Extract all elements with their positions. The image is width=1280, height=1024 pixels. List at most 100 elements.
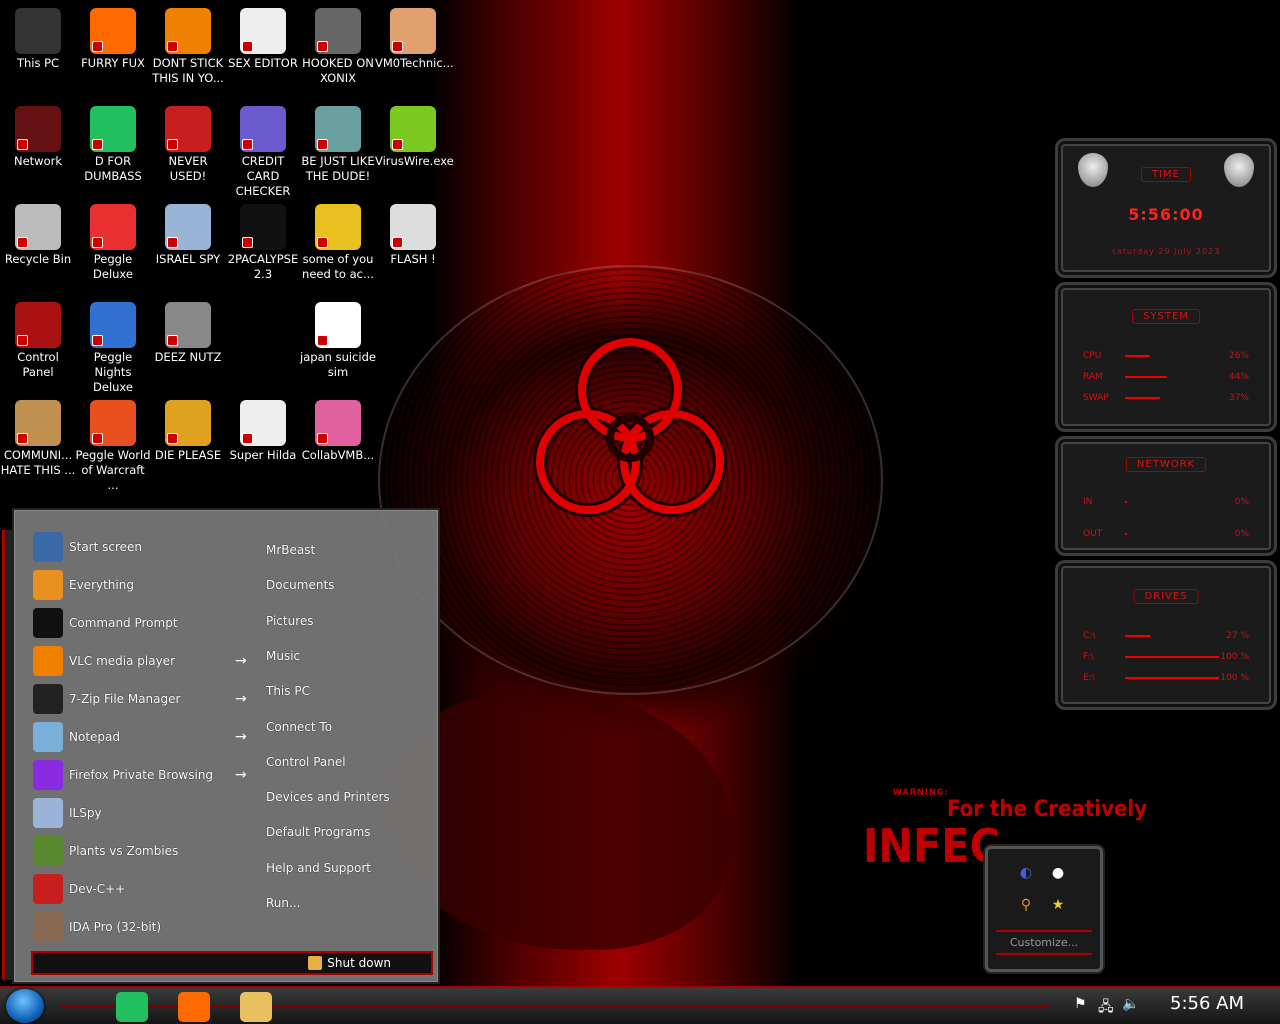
start-menu-place[interactable]: This PC xyxy=(266,684,310,698)
spotify-style-icon[interactable] xyxy=(116,992,148,1022)
desktop-icon[interactable]: DIE PLEASE xyxy=(150,400,226,463)
start-menu-item-label: Start screen xyxy=(69,540,143,554)
network-row: IN 0% xyxy=(1083,497,1249,507)
peggle-wow-icon xyxy=(90,400,136,446)
desktop-icon[interactable]: D FOR DUMBASS xyxy=(75,106,151,184)
desktop-icon[interactable]: CollabVMB... xyxy=(300,400,376,463)
shortcut-arrow-icon xyxy=(167,433,178,444)
start-screen-icon xyxy=(33,532,63,562)
desktop-icon[interactable]: DONT STICK THIS IN YO... xyxy=(150,8,226,86)
start-menu-item[interactable]: Firefox Private Browsing → xyxy=(33,759,263,791)
desktop-icon[interactable]: japan suicide sim xyxy=(300,302,376,380)
network-value: 0% xyxy=(1234,529,1249,539)
tray-app-icon[interactable]: ◐ xyxy=(1018,865,1034,881)
desktop-icon[interactable]: Network xyxy=(0,106,76,169)
submenu-arrow-icon[interactable]: → xyxy=(235,653,247,669)
desktop-icon[interactable]: This PC xyxy=(0,8,76,71)
start-button[interactable] xyxy=(6,989,44,1023)
submenu-arrow-icon[interactable]: → xyxy=(235,691,247,707)
recycle-bin-icon xyxy=(15,204,61,250)
star-icon[interactable]: ★ xyxy=(1050,897,1066,913)
desktop-icon[interactable]: Peggle World of Warcraft ... xyxy=(75,400,151,493)
desktop-icon[interactable]: HOOKED ON XONIX xyxy=(300,8,376,86)
start-menu-item[interactable]: VLC media player → xyxy=(33,645,263,677)
start-menu-item[interactable]: Everything xyxy=(33,569,263,601)
desktop-icon[interactable]: 2PACALYPSE 2.3 xyxy=(225,204,301,282)
desktop-icon[interactable]: FLASH ! xyxy=(375,204,451,267)
desktop-icon-label: This PC xyxy=(16,56,60,70)
start-menu-item[interactable]: Start screen xyxy=(33,531,263,563)
network-gadget-title: NETWORK xyxy=(1125,457,1207,472)
start-menu-item-label: VLC media player xyxy=(69,654,176,668)
start-menu-place[interactable]: Default Programs xyxy=(266,825,371,839)
windows-stack-icon xyxy=(165,302,211,348)
start-menu-place[interactable]: Devices and Printers xyxy=(266,790,390,804)
desktop-icon[interactable]: Control Panel xyxy=(0,302,76,380)
desktop-icon[interactable]: Super Hilda xyxy=(225,400,301,463)
start-menu-place[interactable]: Documents xyxy=(266,578,334,592)
desktop-icon[interactable]: some of you need to ac... xyxy=(300,204,376,282)
shutdown-button[interactable]: Shut down xyxy=(308,956,391,970)
network-orb-icon xyxy=(15,106,61,152)
customize-link[interactable]: Customize... xyxy=(996,930,1092,955)
drives-bar xyxy=(1125,656,1219,658)
submenu-arrow-icon[interactable]: → xyxy=(235,767,247,783)
volume-icon[interactable]: 🔈 xyxy=(1122,996,1139,1012)
desktop-icon[interactable]: DEEZ NUTZ xyxy=(150,302,226,365)
notification-overflow-popup[interactable]: ◐ ● ⚲ ★ Customize... xyxy=(985,846,1103,972)
start-menu-place[interactable]: Run... xyxy=(266,896,300,910)
peggle-nights-icon xyxy=(90,302,136,348)
file-explorer-icon[interactable] xyxy=(240,992,272,1022)
start-menu[interactable]: Start screen Everything Command Prompt VLC … xyxy=(14,510,438,982)
limewire-icon xyxy=(390,106,436,152)
desktop-icon[interactable]: VirusWire.exe xyxy=(375,106,454,169)
start-menu-item-label: Dev-C++ xyxy=(69,882,126,896)
start-menu-item[interactable]: 7-Zip File Manager → xyxy=(33,683,263,715)
start-menu-place[interactable]: Control Panel xyxy=(266,755,346,769)
desktop-icon-label: D FOR DUMBASS xyxy=(84,154,142,183)
desktop-icon[interactable]: COMMUNI... HATE THIS ... xyxy=(0,400,76,478)
shutdown-label: Shut down xyxy=(327,956,391,970)
start-menu-place[interactable]: Help and Support xyxy=(266,861,371,875)
start-menu-item[interactable]: Notepad → xyxy=(33,721,263,753)
droplet-icon[interactable]: ● xyxy=(1050,865,1066,881)
desktop-icon-label: FLASH ! xyxy=(390,252,436,266)
drives-bar xyxy=(1125,677,1219,679)
desktop-icon[interactable]: FURRY FUX xyxy=(75,8,151,71)
submenu-arrow-icon[interactable]: → xyxy=(235,729,247,745)
desktop-icon[interactable]: BE JUST LIKE THE DUDE! xyxy=(300,106,376,184)
action-center-flag-icon[interactable]: ⚑ xyxy=(1074,996,1087,1012)
network-bar xyxy=(1125,501,1219,503)
start-menu-place[interactable]: Pictures xyxy=(266,614,314,628)
gadget-time: 5:56:00 xyxy=(1128,205,1204,224)
start-menu-place[interactable]: Music xyxy=(266,649,300,663)
start-menu-item[interactable]: Plants vs Zombies xyxy=(33,835,263,867)
start-menu-place[interactable]: MrBeast xyxy=(266,543,315,557)
desktop-icon[interactable]: Recycle Bin xyxy=(0,204,76,267)
search-icon[interactable]: ⚲ xyxy=(1018,897,1034,913)
desktop-icon[interactable]: Peggle Nights Deluxe xyxy=(75,302,151,395)
start-menu-item[interactable]: Command Prompt xyxy=(33,607,263,639)
system-bar xyxy=(1125,355,1219,357)
shortcut-arrow-icon xyxy=(17,139,28,150)
firefox-icon[interactable] xyxy=(178,992,210,1022)
start-menu-item[interactable]: IDA Pro (32-bit) xyxy=(33,911,263,943)
desktop-icon[interactable]: CREDIT CARD CHECKER xyxy=(225,106,301,199)
desktop-icon[interactable]: SEX EDITOR xyxy=(225,8,301,71)
taskbar-clock[interactable]: 5:56 AM xyxy=(1170,993,1244,1014)
desktop-icon-label: Control Panel xyxy=(17,350,59,379)
start-menu-place[interactable]: Connect To xyxy=(266,720,332,734)
time-gadget[interactable]: TIME 5:56:00 saturday 29 july 2023 xyxy=(1055,138,1277,278)
network-tray-icon[interactable]: 🖧 xyxy=(1098,996,1114,1020)
network-gadget[interactable]: NETWORK IN 0% OUT 0% xyxy=(1055,436,1277,556)
desktop-icon[interactable]: NEVER USED! xyxy=(150,106,226,184)
desktop-icon-label: BE JUST LIKE THE DUDE! xyxy=(301,154,375,183)
desktop-icon[interactable]: Peggle Deluxe xyxy=(75,204,151,282)
desktop-icon[interactable]: VM0Technic... xyxy=(375,8,454,71)
start-menu-item[interactable]: Dev-C++ xyxy=(33,873,263,905)
time-gadget-title: TIME xyxy=(1140,167,1192,182)
start-menu-item[interactable]: ILSpy xyxy=(33,797,263,829)
drives-gadget[interactable]: DRIVES C:\ 27 % F:\ 100 % E:\ 100 % xyxy=(1055,560,1277,710)
desktop-icon[interactable]: ISRAEL SPY xyxy=(150,204,226,267)
system-gadget[interactable]: SYSTEM CPU 26% RAM 44% SWAP 37% xyxy=(1055,282,1277,432)
